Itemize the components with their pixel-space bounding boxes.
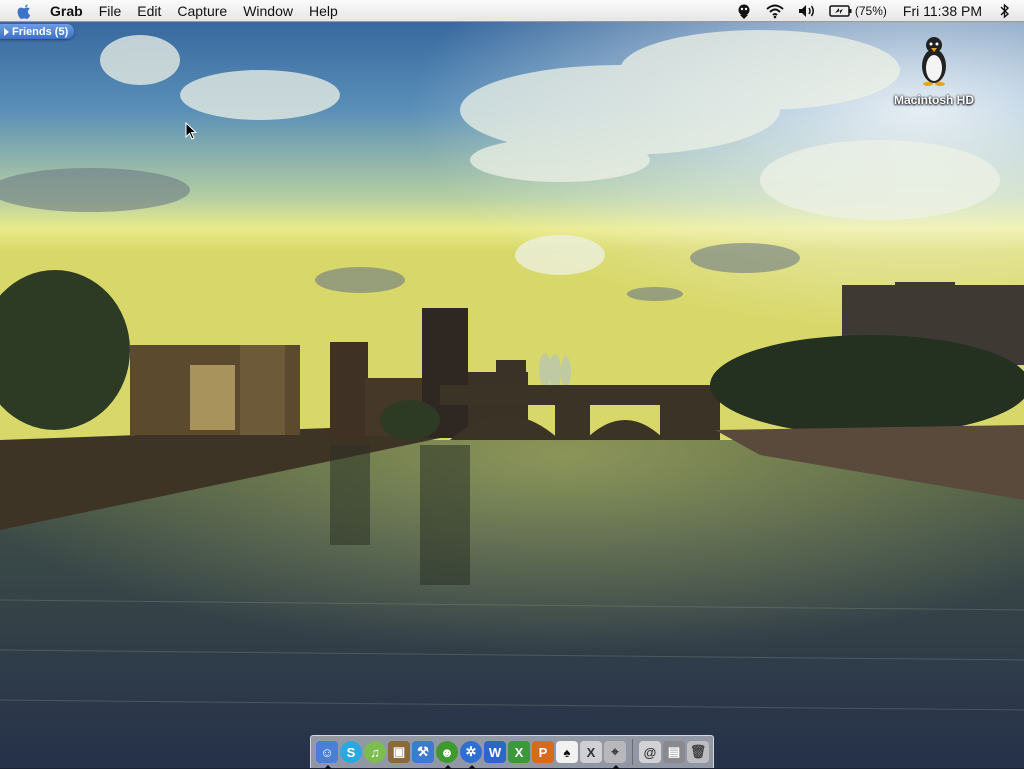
friends-drawer-tab[interactable]: Friends (5) (0, 24, 75, 39)
dock-excel-icon[interactable]: X (508, 741, 530, 763)
dock-powerpoint-icon[interactable]: P (532, 741, 554, 763)
desktop-icon-label: Macintosh HD (893, 93, 974, 107)
dock-word-icon[interactable]: W (484, 741, 506, 763)
menu-extras: (75%) Fri 11:38 PM (729, 0, 1024, 22)
menu-window[interactable]: Window (243, 3, 293, 19)
ichat-status-icon[interactable] (735, 2, 753, 20)
dock-pictures-folder-icon[interactable]: ▤ (663, 741, 685, 763)
battery-percentage: (75%) (854, 3, 887, 18)
desktop-wallpaper (0, 0, 1024, 768)
menu-bar: Grab File Edit Capture Window Help (75%)… (0, 0, 1024, 22)
menubar-clock[interactable]: Fri 11:38 PM (903, 3, 982, 19)
penguin-drive-icon (922, 37, 946, 86)
dock-itunes-icon[interactable]: ♫ (364, 741, 386, 763)
dock-skype-icon[interactable]: S (340, 741, 362, 763)
dock-iphoto-icon[interactable]: ▣ (388, 741, 410, 763)
disclosure-triangle-icon (4, 27, 9, 36)
dock-separator (632, 739, 633, 765)
menu-edit[interactable]: Edit (137, 3, 161, 19)
battery-charging-icon[interactable]: (75%) (829, 4, 887, 18)
airport-wifi-icon[interactable] (765, 3, 785, 19)
volume-icon[interactable] (797, 3, 817, 19)
dock: ☺ S ♫ ▣ ⚒ ☻ ✲ W X P ♠ X ⌖ @ ▤ 🗑 (310, 735, 714, 769)
dock-safari-icon[interactable]: ✲ (460, 741, 482, 769)
dock-finder-icon[interactable]: ☺ (316, 741, 338, 769)
dock-adium-icon[interactable]: ☻ (436, 741, 458, 769)
desktop-icon-macintosh-hd[interactable]: Macintosh HD (888, 34, 980, 107)
dock-grab-icon[interactable]: ⌖ (604, 741, 626, 769)
friends-label: Friends (5) (12, 25, 69, 38)
menu-capture[interactable]: Capture (177, 3, 227, 19)
apple-logo-icon[interactable] (14, 2, 36, 20)
menu-help[interactable]: Help (309, 3, 338, 19)
dock-xcode-icon[interactable]: ⚒ (412, 741, 434, 763)
dock-macosx-icon[interactable]: X (580, 741, 602, 763)
dock-trash-icon[interactable]: 🗑 (687, 741, 709, 763)
app-menu-grab[interactable]: Grab (50, 3, 83, 19)
dock-cards-icon[interactable]: ♠ (556, 741, 578, 763)
mouse-pointer-icon (185, 122, 198, 140)
bluetooth-icon[interactable] (1000, 2, 1010, 19)
menu-file[interactable]: File (99, 3, 122, 19)
dock-mail-stamp-icon[interactable]: @ (639, 741, 661, 763)
